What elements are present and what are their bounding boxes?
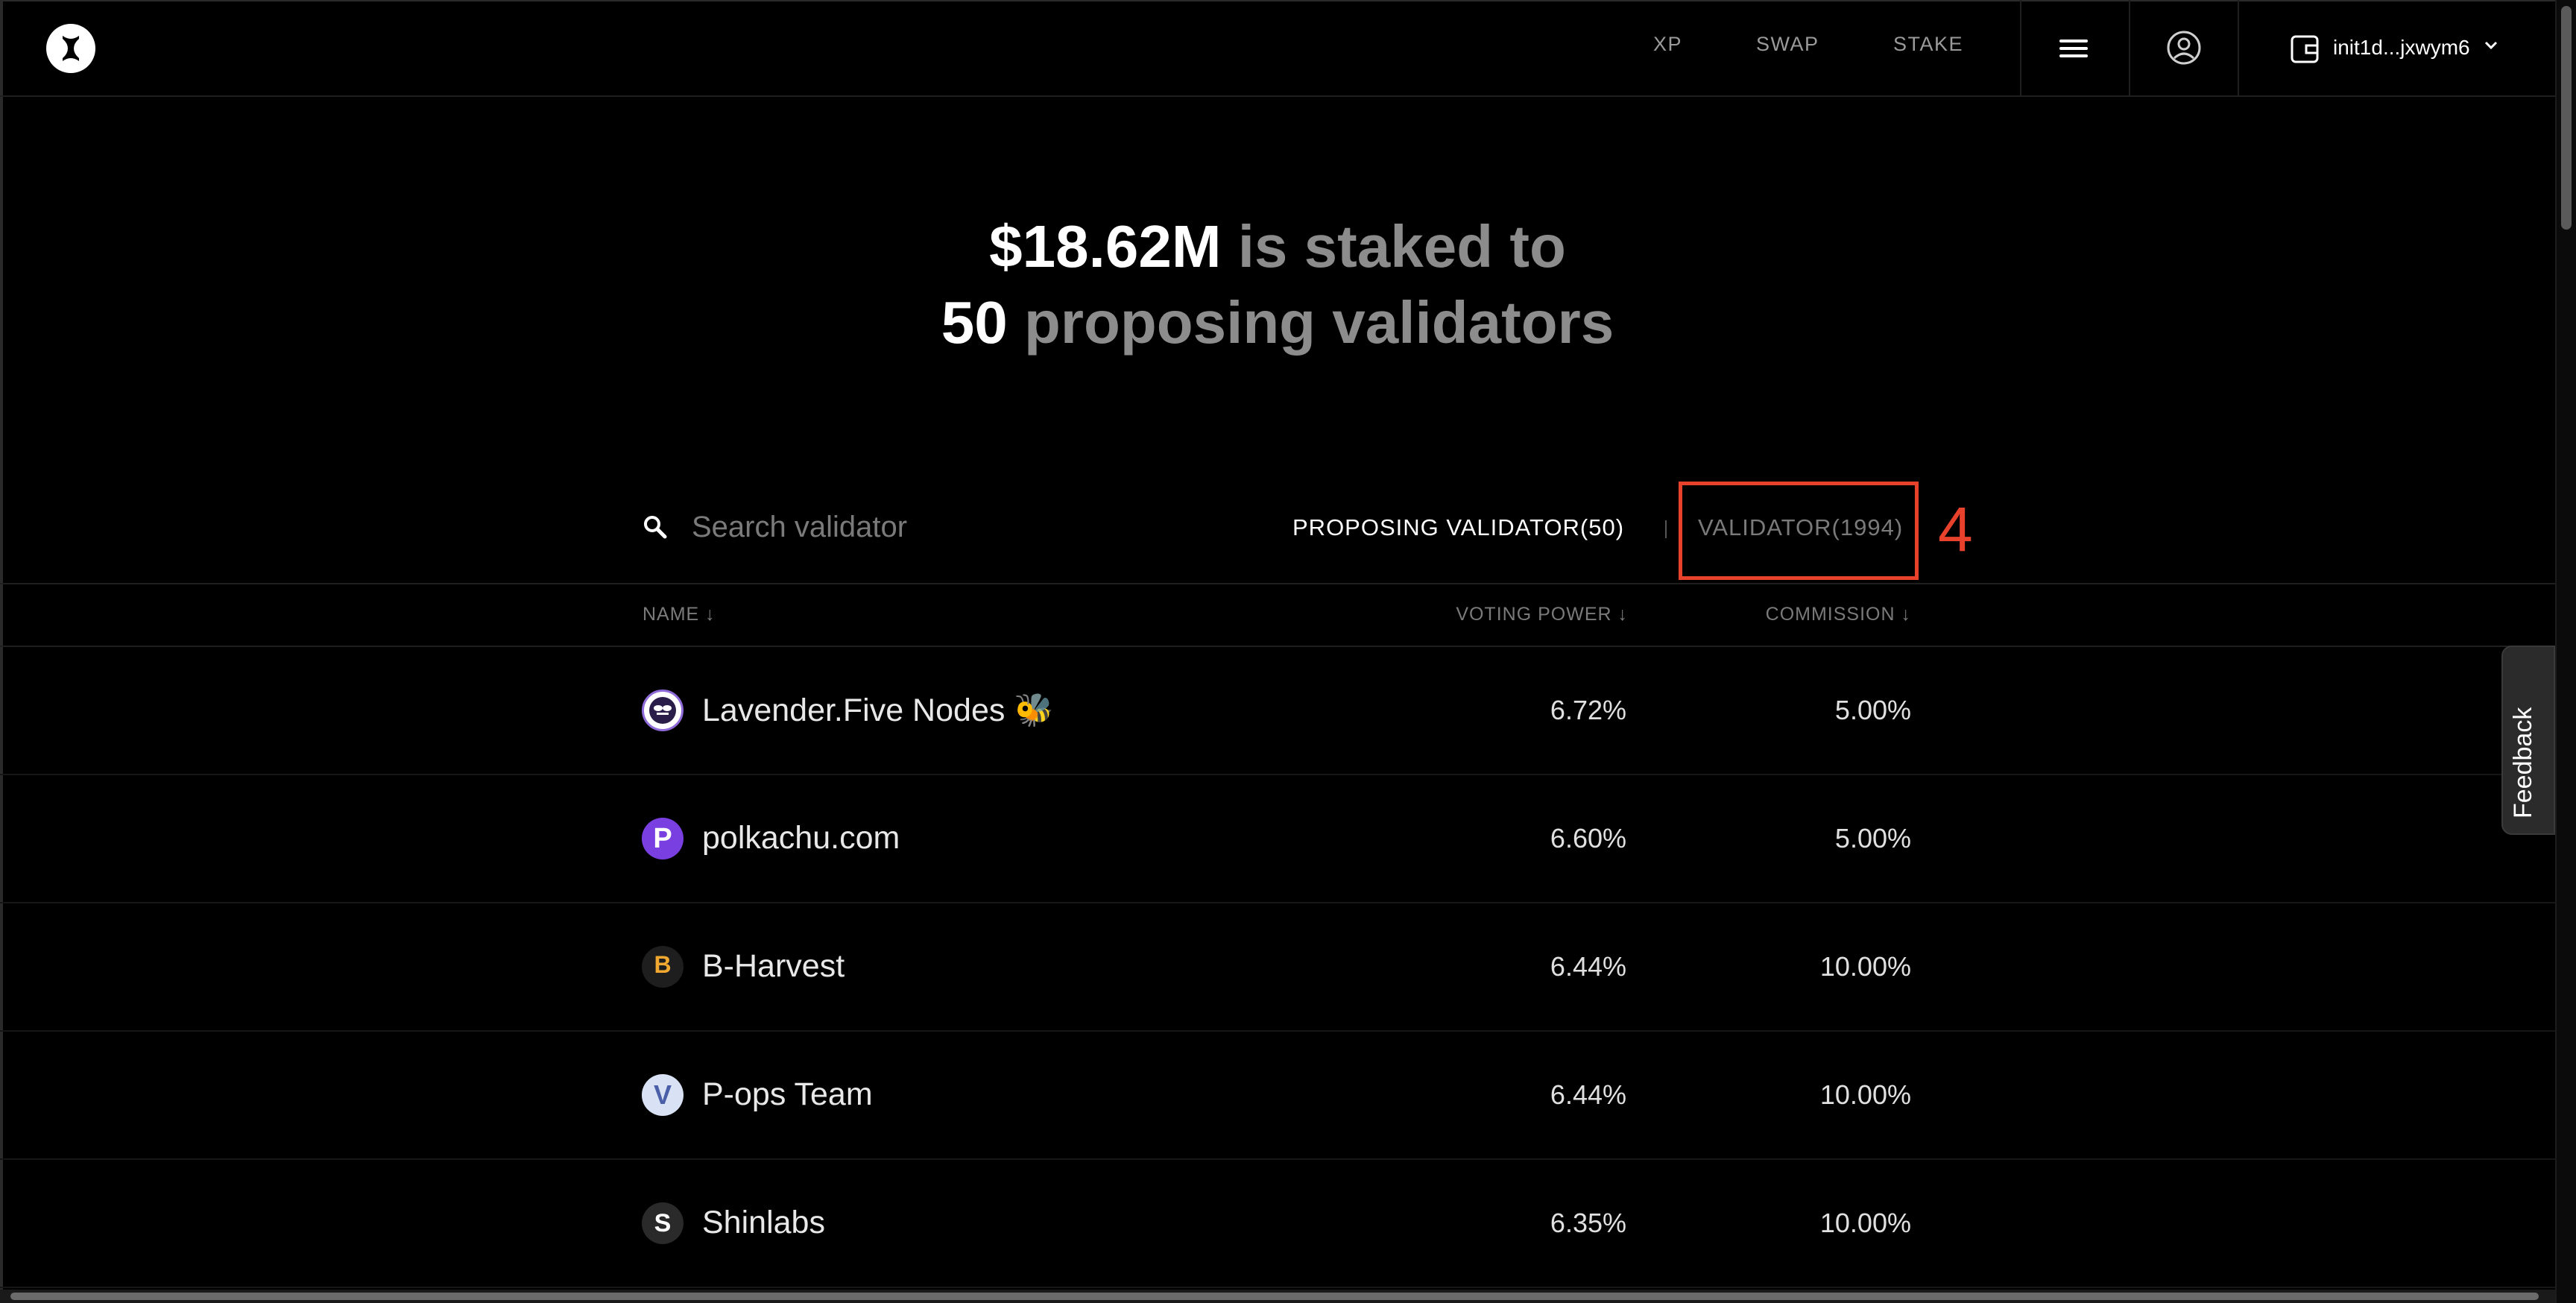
- validator-name: B-Harvest: [702, 948, 845, 984]
- nav-swap-link[interactable]: SWAP: [1756, 33, 1819, 56]
- commission-value: 10.00%: [1819, 951, 1911, 982]
- menu-button[interactable]: [2020, 0, 2129, 95]
- table-top-rule: [0, 583, 2555, 584]
- wallet-address: init1d...jxwym6: [2333, 36, 2470, 59]
- table-row[interactable]: S Shinlabs 6.35% 10.00%: [0, 1160, 2555, 1288]
- table-row[interactable]: V P-ops Team 6.44% 10.00%: [0, 1032, 2555, 1160]
- voting-power-value: 6.60%: [1550, 823, 1626, 854]
- bee-logo-icon: [642, 690, 684, 731]
- scrollbar-thumb[interactable]: [10, 1293, 2539, 1300]
- voting-power-value: 6.35%: [1550, 1208, 1626, 1238]
- table-row[interactable]: P polkachu.com 6.60% 5.00%: [0, 775, 2555, 903]
- hamburger-icon: [2059, 40, 2088, 42]
- profile-button[interactable]: [2130, 0, 2238, 95]
- table-row[interactable]: Lavender.Five Nodes 🐝 6.72% 5.00%: [0, 647, 2555, 775]
- wallet-icon: [2291, 35, 2319, 63]
- nav-xp-link[interactable]: XP: [1653, 33, 1682, 56]
- hero-title: $18.62M is staked to 50 proposing valida…: [941, 213, 1614, 356]
- commission-value: 10.00%: [1819, 1208, 1911, 1238]
- polkachu-logo-icon: P: [642, 818, 684, 859]
- sort-commission-header[interactable]: COMMISSION ↓: [1766, 604, 1911, 625]
- validator-count: 50: [941, 289, 1008, 356]
- search-input[interactable]: [690, 507, 1081, 547]
- home-logo-icon[interactable]: [46, 24, 95, 73]
- commission-value: 5.00%: [1834, 695, 1911, 725]
- wallet-button[interactable]: init1d...jxwym6: [2239, 0, 2552, 95]
- validator-name: Shinlabs: [702, 1205, 825, 1240]
- bharvest-logo-icon: B: [642, 946, 684, 988]
- annotation-highlight-box: [1679, 482, 1919, 580]
- pops-logo-icon: V: [642, 1074, 684, 1116]
- commission-value: 5.00%: [1834, 823, 1911, 854]
- table-row[interactable]: B B-Harvest 6.44% 10.00%: [0, 903, 2555, 1032]
- top-header: XP SWAP STAKE init1d...jxwym6: [0, 0, 2555, 97]
- sort-name-header[interactable]: NAME ↓: [643, 604, 716, 625]
- feedback-label: Feedback: [2509, 707, 2537, 818]
- voting-power-value: 6.44%: [1550, 1079, 1626, 1110]
- tab-proposing-validator[interactable]: PROPOSING VALIDATOR(50): [1292, 514, 1624, 541]
- commission-value: 10.00%: [1819, 1079, 1911, 1110]
- search-icon: [644, 516, 667, 539]
- scrollbar-thumb[interactable]: [2561, 6, 2572, 230]
- horizontal-scrollbar[interactable]: [0, 1290, 2555, 1303]
- user-circle-icon: [2167, 31, 2201, 65]
- voting-power-value: 6.72%: [1550, 695, 1626, 725]
- sort-voting-power-header[interactable]: VOTING POWER ↓: [1456, 604, 1628, 625]
- search-bar: [643, 507, 1090, 547]
- annotation-number: 4: [1938, 494, 1973, 564]
- staked-amount: $18.62M: [989, 213, 1222, 280]
- vertical-scrollbar[interactable]: [2555, 0, 2576, 1303]
- validator-name: polkachu.com: [702, 820, 900, 856]
- nav-stake-link[interactable]: STAKE: [1893, 33, 1963, 56]
- tab-separator: [1665, 520, 1667, 538]
- feedback-button[interactable]: Feedback: [2501, 646, 2555, 835]
- chevron-down-icon: [2484, 41, 2498, 50]
- validator-name: P-ops Team: [702, 1076, 873, 1112]
- voting-power-value: 6.44%: [1550, 951, 1626, 982]
- shinlabs-logo-icon: S: [642, 1202, 684, 1244]
- validator-name: Lavender.Five Nodes 🐝: [702, 692, 1054, 728]
